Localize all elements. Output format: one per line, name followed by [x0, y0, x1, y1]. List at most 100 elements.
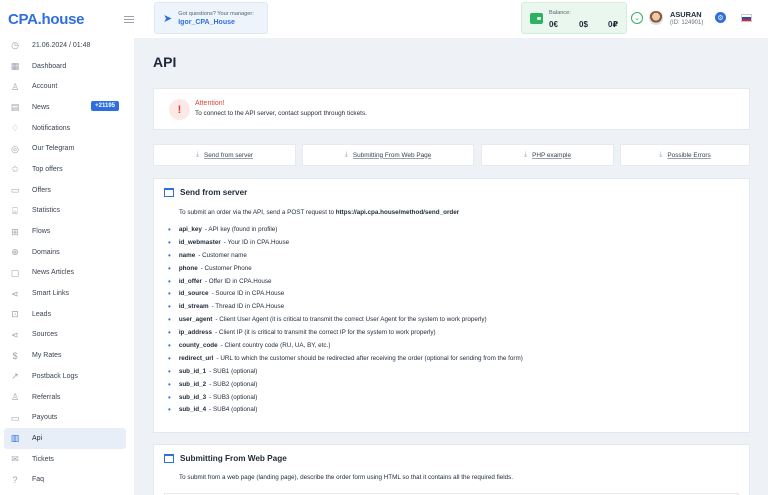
- download-icon: ⤓: [195, 151, 200, 158]
- menu-collapse-icon[interactable]: [124, 14, 134, 24]
- sidebar-item-label: My Rates: [32, 352, 62, 360]
- payouts-icon: ▭: [10, 412, 20, 423]
- balance-rub: 0₽: [608, 20, 619, 29]
- sidebar-item-label: Offers: [32, 186, 51, 194]
- param-key: redirect_url: [178, 354, 214, 362]
- sidebar-item-news[interactable]: ▤ News +21195: [0, 97, 134, 118]
- offers-icon: ▭: [10, 185, 20, 196]
- tab-send-from-server[interactable]: ⤓ Send from server: [153, 144, 296, 166]
- server-icon: [164, 188, 174, 197]
- chart-icon: ⌸: [12, 205, 18, 216]
- user-id: (ID: 124901): [670, 20, 704, 26]
- api-url: https://api.cpa.house/method/send_order: [335, 209, 460, 216]
- sidebar-item-smart-links[interactable]: ⋖ Smart Links: [0, 283, 134, 304]
- sidebar-item-label: Smart Links: [32, 290, 69, 298]
- sidebar-item-label: Flows: [32, 228, 51, 236]
- logo[interactable]: CPA.house: [8, 8, 85, 30]
- card-intro: To submit from a web page (landing page)…: [179, 474, 514, 481]
- param-key: county_code: [178, 341, 218, 349]
- download-icon: ⤓: [344, 151, 348, 158]
- sidebar-item-faq[interactable]: ? Faq: [0, 469, 134, 490]
- param-item: id_offer- Offer ID in CPA.House: [168, 275, 523, 288]
- param-desc: - Your ID in CPA.House: [223, 238, 290, 246]
- sidebar-item-label: Dashboard: [32, 62, 67, 70]
- sidebar-item-my-rates[interactable]: $ My Rates: [0, 345, 134, 366]
- sidebar-item-domains[interactable]: ⊕ Domains: [0, 242, 134, 263]
- param-desc: - SUB1 (optional): [209, 367, 258, 375]
- card-title: Submitting From Web Page: [180, 454, 287, 463]
- sidebar-item-leads[interactable]: ⊡ Leads: [0, 304, 134, 325]
- param-key: api_key: [178, 225, 202, 233]
- sidebar-item-label: Referrals: [32, 393, 61, 401]
- sidebar-item-news-articles[interactable]: ▢ News Articles: [0, 263, 134, 284]
- param-desc: - Client country code (RU, UA, BY, etc.): [220, 341, 331, 349]
- sidebar-item-account[interactable]: ♙ Account: [0, 76, 134, 97]
- param-key: sub_id_2: [178, 380, 207, 388]
- referrals-icon: ♙: [10, 392, 20, 403]
- sidebar-item-api[interactable]: ▥ Api: [4, 428, 126, 449]
- param-key: name: [178, 251, 196, 259]
- param-item: sub_id_4- SUB4 (optional): [168, 403, 523, 416]
- sidebar-item-top-offers[interactable]: ✩ Top offers: [0, 159, 134, 180]
- sidebar-item-label: News Articles: [32, 269, 75, 277]
- news-count-badge: +21195: [91, 101, 119, 112]
- param-list: api_key- API key (found in profile)id_we…: [168, 223, 523, 416]
- sidebar-item-21-06-2024-01-48: ◷ 21.06.2024 / 01:48: [0, 35, 134, 56]
- sidebar-item-our-telegram[interactable]: ◎ Our Telegram: [0, 138, 134, 159]
- param-item: id_stream- Thread ID in CPA.House: [168, 300, 523, 313]
- param-item: sub_id_2- SUB2 (optional): [168, 378, 523, 391]
- sidebar-item-label: Domains: [32, 248, 60, 256]
- param-desc: - SUB2 (optional): [209, 380, 258, 388]
- sidebar-item-label: Api: [32, 434, 43, 442]
- sidebar-item-dashboard[interactable]: ▦ Dashboard: [0, 56, 134, 77]
- sidebar-item-label: Faq: [32, 476, 45, 484]
- card-header: Send from server: [164, 188, 247, 197]
- balance-expand-icon[interactable]: ⌄: [631, 12, 643, 24]
- download-icon: ⤓: [659, 151, 663, 158]
- param-item: sub_id_3- SUB3 (optional): [168, 391, 523, 404]
- sidebar-nav: ◷ 21.06.2024 / 01:48 ▦ Dashboard ♙ Account ▤ Ne…: [0, 35, 134, 490]
- param-key: id_stream: [178, 303, 209, 311]
- balance-label: Balance:: [549, 10, 571, 16]
- clock-icon: ◷: [11, 40, 19, 51]
- balance-eur: 0€: [549, 20, 558, 29]
- dashboard-icon: ▦: [10, 61, 20, 72]
- sidebar-item-flows[interactable]: ⊞ Flows: [0, 221, 134, 242]
- share-icon: ⋖: [11, 288, 19, 299]
- param-desc: - Customer Phone: [200, 264, 252, 272]
- card-title: Send from server: [180, 188, 248, 197]
- send-from-server-card: Send from server To submit an order via …: [153, 178, 750, 433]
- param-desc: - Client User Agent (it is critical to t…: [215, 316, 487, 324]
- param-desc: - Source ID in CPA.House: [211, 290, 285, 298]
- tab-submitting-from-web-page[interactable]: ⤓ Submitting From Web Page: [302, 144, 474, 166]
- sidebar-item-tickets[interactable]: ✉ Tickets: [0, 449, 134, 470]
- param-key: sub_id_4: [178, 406, 207, 414]
- avatar: [649, 11, 663, 25]
- card-header: Submitting From Web Page: [164, 454, 287, 463]
- param-item: ip_address- Client IP (it is critical to…: [168, 326, 523, 339]
- sidebar-item-postback-logs[interactable]: ↗ Postback Logs: [0, 366, 134, 387]
- sidebar-item-payouts[interactable]: ▭ Payouts: [0, 407, 134, 428]
- param-item: user_agent- Client User Agent (it is cri…: [168, 313, 523, 326]
- param-desc: - SUB4 (optional): [209, 406, 258, 414]
- sidebar-item-offers[interactable]: ▭ Offers: [0, 180, 134, 201]
- sidebar-item-referrals[interactable]: ♙ Referrals: [0, 387, 134, 408]
- param-key: id_source: [178, 290, 209, 298]
- sidebar-item-statistics[interactable]: ⌸ Statistics: [0, 201, 134, 222]
- flows-icon: ⊞: [11, 226, 19, 237]
- language-flag-icon[interactable]: [741, 14, 752, 22]
- tab-php-example[interactable]: ⤓ PHP example: [481, 144, 614, 166]
- sidebar-item-sources[interactable]: ⋖ Sources: [0, 325, 134, 346]
- param-desc: - Client IP (it is critical to transmit …: [215, 329, 436, 337]
- telegram-icon: ◎: [11, 143, 19, 154]
- param-item: redirect_url- URL to which the customer …: [168, 352, 523, 365]
- manager-box[interactable]: ➤ Got questions? Your manager: Igor_CPA_…: [154, 2, 268, 34]
- sidebar-item-notifications[interactable]: ♢ Notifications: [0, 118, 134, 139]
- manager-name[interactable]: Igor_CPA_House: [178, 19, 254, 26]
- manager-question: Got questions? Your manager:: [178, 10, 254, 17]
- settings-icon[interactable]: ⚙: [715, 12, 726, 23]
- web-page-card: Submitting From Web Page To submit from …: [153, 444, 750, 495]
- tab-possible-errors[interactable]: ⤓ Possible Errors: [620, 144, 750, 166]
- param-desc: - Thread ID in CPA.House: [211, 303, 285, 311]
- param-key: user_agent: [178, 316, 213, 324]
